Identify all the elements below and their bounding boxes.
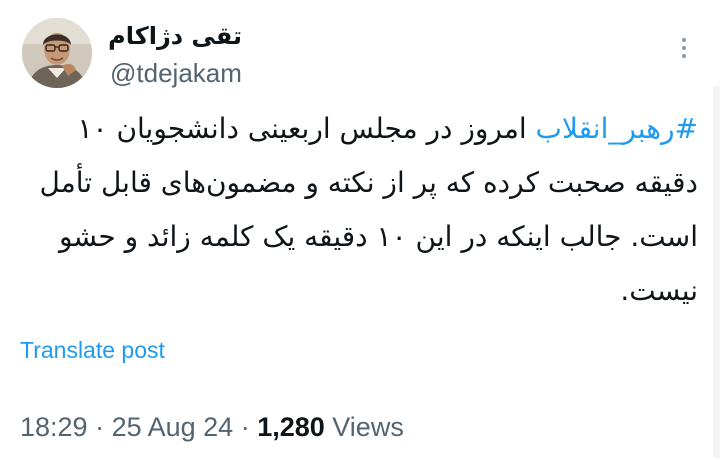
author-display-name[interactable]: تقی دژاکام: [108, 20, 242, 52]
post-card: تقی دژاکام @tdejakam #رهبر_انقلاب امروز …: [0, 0, 720, 460]
author-handle[interactable]: @tdejakam: [110, 56, 242, 90]
more-options-icon[interactable]: [672, 34, 696, 62]
views-count: 1,280: [257, 412, 325, 442]
hashtag-link[interactable]: #رهبر_انقلاب: [536, 112, 698, 145]
meta-separator: ·: [233, 412, 258, 442]
scrollbar-track[interactable]: [713, 86, 720, 458]
tweet-text: #رهبر_انقلاب امروز در مجلس اربعینی دانشج…: [20, 102, 698, 318]
more-dot: [682, 46, 686, 50]
avatar[interactable]: [22, 18, 92, 88]
post-date[interactable]: 25 Aug 24: [112, 412, 234, 442]
more-dot: [682, 38, 686, 42]
more-dot: [682, 54, 686, 58]
avatar-photo: [22, 18, 92, 88]
post-meta: 18:29 · 25 Aug 24 · 1,280 Views: [20, 409, 404, 445]
translate-post-link[interactable]: Translate post: [20, 335, 165, 365]
meta-separator: ·: [87, 412, 112, 442]
views-label: Views: [324, 412, 404, 442]
post-time[interactable]: 18:29: [20, 412, 88, 442]
